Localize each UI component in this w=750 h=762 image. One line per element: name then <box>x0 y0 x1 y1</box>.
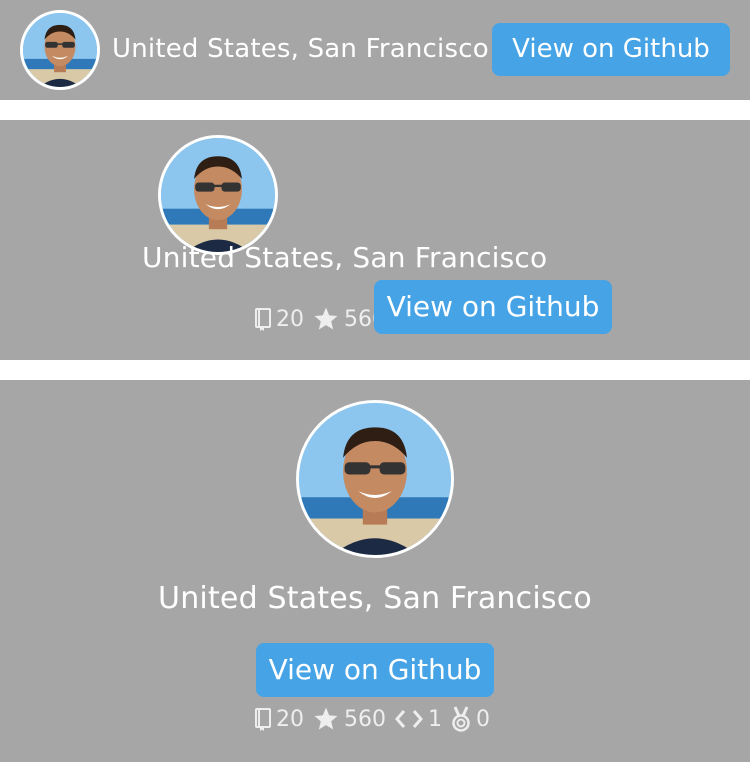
avatar <box>20 10 100 90</box>
code-icon <box>394 708 424 730</box>
profile-header-compact: United States, San Francisco View on Git… <box>0 0 750 100</box>
repo-icon <box>254 307 272 331</box>
stat-medals-value: 0 <box>476 706 490 732</box>
stat-code: 1 <box>394 707 442 732</box>
stat-repos: 20 <box>254 707 304 732</box>
location-text: United States, San Francisco <box>158 581 592 616</box>
profile-header-transition: United States, San Francisco 20 560 1 0 <box>0 120 750 360</box>
star-icon <box>312 706 340 732</box>
avatar-photo <box>299 403 451 555</box>
avatar <box>296 400 454 558</box>
stat-repos: 20 <box>254 307 304 332</box>
stat-repos-value: 20 <box>276 306 304 332</box>
stat-code-value: 1 <box>428 706 442 732</box>
location-text: United States, San Francisco <box>112 34 489 64</box>
stats-row: 20 560 1 0 <box>254 706 498 732</box>
stat-stars: 560 <box>312 706 386 732</box>
stat-stars-value: 560 <box>344 706 386 732</box>
view-on-github-button[interactable]: View on Github <box>492 23 730 76</box>
stat-repos-value: 20 <box>276 706 304 732</box>
view-on-github-button[interactable]: View on Github <box>374 280 612 334</box>
avatar <box>158 135 278 255</box>
stat-medals: 0 <box>450 706 490 732</box>
view-on-github-button[interactable]: View on Github <box>256 643 494 697</box>
avatar-photo <box>23 13 97 87</box>
profile-header-expanded: United States, San Francisco View on Git… <box>0 380 750 762</box>
star-icon <box>312 306 340 332</box>
repo-icon <box>254 707 272 731</box>
location-text: United States, San Francisco <box>142 241 548 274</box>
medal-icon <box>450 706 472 732</box>
avatar-photo <box>161 138 275 252</box>
